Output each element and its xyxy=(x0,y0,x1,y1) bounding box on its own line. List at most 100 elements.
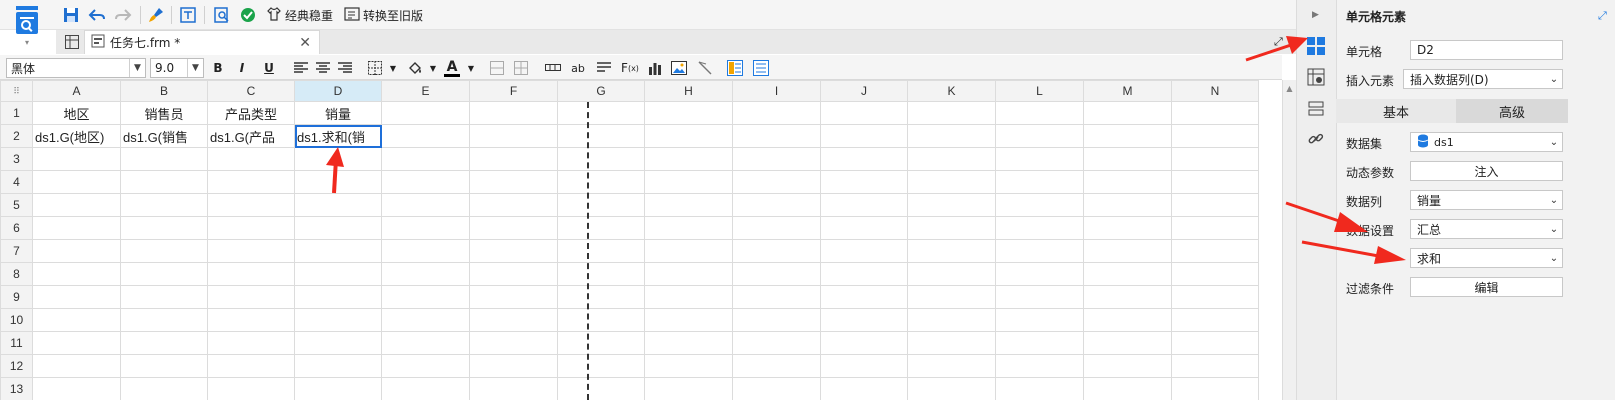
table-cell[interactable] xyxy=(995,193,1084,217)
chart-icon[interactable] xyxy=(646,59,664,77)
table-cell[interactable] xyxy=(644,170,733,194)
cell-b1[interactable]: 销售员 xyxy=(120,101,208,125)
data-column-select[interactable]: 销量 ⌄ xyxy=(1410,190,1563,210)
table-cell[interactable] xyxy=(732,262,821,286)
table-cell[interactable] xyxy=(732,285,821,309)
tab-basic[interactable]: 基本 xyxy=(1336,99,1456,123)
data-setting-select[interactable]: 汇总 ⌄ xyxy=(1410,219,1563,239)
table-cell[interactable] xyxy=(995,262,1084,286)
inject-button[interactable]: 注入 xyxy=(1410,161,1563,181)
table-cell[interactable] xyxy=(469,193,558,217)
table-cell[interactable] xyxy=(1083,147,1172,171)
table-cell[interactable] xyxy=(120,239,208,263)
table-cell[interactable] xyxy=(820,101,908,125)
italic-button[interactable]: I xyxy=(233,59,251,77)
table-cell[interactable] xyxy=(381,124,470,148)
row-header[interactable]: 8 xyxy=(0,262,33,286)
table-cell[interactable] xyxy=(644,285,733,309)
row-header[interactable]: 2 xyxy=(0,124,33,148)
column-header[interactable]: L xyxy=(995,80,1084,102)
table-cell[interactable] xyxy=(995,124,1084,148)
table-cell[interactable] xyxy=(207,147,295,171)
slash-icon[interactable] xyxy=(696,59,714,77)
collapse-arrow-icon[interactable]: ▶ xyxy=(1312,10,1319,20)
row-header[interactable]: 4 xyxy=(0,170,33,194)
cell-attribute-icon[interactable] xyxy=(1307,68,1325,86)
table-cell[interactable] xyxy=(381,147,470,171)
table-cell[interactable] xyxy=(32,354,121,378)
table-cell[interactable] xyxy=(644,262,733,286)
formula-icon[interactable]: F (x) xyxy=(619,59,641,77)
table-cell[interactable] xyxy=(732,147,821,171)
table-cell[interactable] xyxy=(557,216,645,240)
column-header[interactable]: N xyxy=(1171,80,1259,102)
table-cell[interactable] xyxy=(1083,331,1172,355)
switch-legacy-button[interactable]: 转换至旧版 xyxy=(344,6,423,24)
table-cell[interactable] xyxy=(557,147,645,171)
dataset-select[interactable]: ds1 ⌄ xyxy=(1410,132,1563,152)
table-cell[interactable] xyxy=(820,239,908,263)
scroll-up-icon[interactable]: ▲ xyxy=(1283,84,1296,93)
table-cell[interactable] xyxy=(907,308,996,332)
table-cell[interactable] xyxy=(469,354,558,378)
cell-field[interactable]: D2 xyxy=(1410,40,1563,60)
table-cell[interactable] xyxy=(294,331,382,355)
table-cell[interactable] xyxy=(207,377,295,400)
table-cell[interactable] xyxy=(907,331,996,355)
table-cell[interactable] xyxy=(1083,285,1172,309)
table-cell[interactable] xyxy=(381,354,470,378)
table-cell[interactable] xyxy=(1083,124,1172,148)
table-cell[interactable] xyxy=(907,124,996,148)
row-header[interactable]: 5 xyxy=(0,193,33,217)
table-cell[interactable] xyxy=(995,101,1084,125)
table-cell[interactable] xyxy=(644,101,733,125)
table-cell[interactable] xyxy=(1171,331,1259,355)
table-cell[interactable] xyxy=(557,239,645,263)
table-cell[interactable] xyxy=(120,308,208,332)
table-cell[interactable] xyxy=(207,354,295,378)
undo-icon[interactable] xyxy=(88,6,106,24)
save-icon[interactable] xyxy=(62,6,80,24)
fill-color-icon[interactable] xyxy=(406,59,424,77)
table-cell[interactable] xyxy=(469,262,558,286)
table-cell[interactable] xyxy=(294,262,382,286)
table-cell[interactable] xyxy=(294,170,382,194)
table-cell[interactable] xyxy=(907,147,996,171)
table-cell[interactable] xyxy=(1171,147,1259,171)
table-cell[interactable] xyxy=(557,331,645,355)
table-cell[interactable] xyxy=(294,193,382,217)
table-cell[interactable] xyxy=(995,285,1084,309)
row-header[interactable]: 12 xyxy=(0,354,33,378)
insert-column-icon[interactable] xyxy=(544,59,562,77)
table-cell[interactable] xyxy=(907,262,996,286)
table-cell[interactable] xyxy=(32,239,121,263)
table-cell[interactable] xyxy=(644,216,733,240)
cell-d2-selected[interactable]: ds1.求和(销 xyxy=(294,124,382,148)
table-cell[interactable] xyxy=(644,239,733,263)
column-header[interactable]: I xyxy=(732,80,821,102)
table-cell[interactable] xyxy=(820,170,908,194)
table-cell[interactable] xyxy=(469,101,558,125)
row-header[interactable]: 13 xyxy=(0,377,33,400)
table-cell[interactable] xyxy=(995,354,1084,378)
column-header[interactable]: K xyxy=(907,80,996,102)
table-cell[interactable] xyxy=(207,193,295,217)
table-cell[interactable] xyxy=(732,193,821,217)
table-cell[interactable] xyxy=(557,193,645,217)
table-cell[interactable] xyxy=(820,377,908,400)
cell-c2[interactable]: ds1.G(产品 xyxy=(207,124,295,148)
table-cell[interactable] xyxy=(644,354,733,378)
table-cell[interactable] xyxy=(32,216,121,240)
table-cell[interactable] xyxy=(1171,308,1259,332)
tab-advanced[interactable]: 高级 xyxy=(1456,99,1568,123)
chevron-down-icon[interactable]: ▼ xyxy=(424,59,442,77)
close-tab-icon[interactable]: ✕ xyxy=(299,35,311,51)
row-header[interactable]: 1 xyxy=(0,101,33,125)
table-cell[interactable] xyxy=(820,216,908,240)
font-family-select[interactable]: 黑体 ▼ xyxy=(6,58,146,78)
table-cell[interactable] xyxy=(732,308,821,332)
table-cell[interactable] xyxy=(732,170,821,194)
table-cell[interactable] xyxy=(294,216,382,240)
table-cell[interactable] xyxy=(820,124,908,148)
column-header[interactable]: E xyxy=(381,80,470,102)
